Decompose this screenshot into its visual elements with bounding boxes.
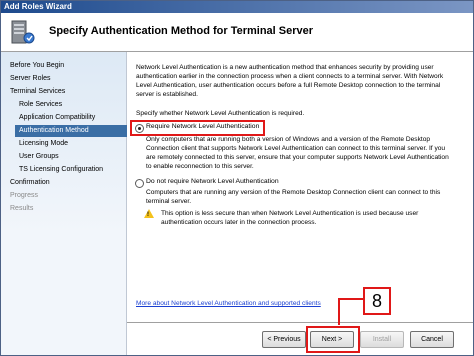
sidebar-item-role-services[interactable]: Role Services: [19, 99, 62, 111]
footer-divider: [127, 322, 473, 323]
sidebar-item-progress: Progress: [10, 192, 39, 199]
require-description-line: Connection client that supports Network …: [146, 145, 446, 152]
server-roles-icon: [11, 20, 35, 44]
sidebar-item-application-compatibility[interactable]: Application Compatibility: [19, 112, 95, 124]
do-not-require-nla-description: Computers that are running any version o…: [146, 188, 440, 206]
more-about-nla-link[interactable]: More about Network Level Authentication …: [136, 300, 321, 307]
wizard-header: Specify Authentication Method for Termin…: [1, 13, 473, 52]
page-title: Specify Authentication Method for Termin…: [49, 25, 314, 37]
sidebar-item-terminal-services[interactable]: Terminal Services: [10, 86, 65, 98]
sidebar-item-confirmation[interactable]: Confirmation: [10, 177, 50, 189]
cancel-button[interactable]: Cancel: [410, 331, 454, 348]
intro-line: server is established.: [136, 91, 198, 98]
install-button: Install: [360, 331, 404, 348]
do-not-require-nla-label[interactable]: Do not require Network Level Authenticat…: [146, 178, 279, 185]
intro-text: Network Level Authentication is a new au…: [136, 63, 443, 99]
sidebar-item-ts-licensing-configuration[interactable]: TS Licensing Configuration: [19, 164, 103, 176]
warning-line: authentication occurs later in the conne…: [161, 219, 317, 226]
require-nla-label[interactable]: Require Network Level Authentication: [146, 123, 259, 130]
require-nla-radio[interactable]: [135, 124, 144, 133]
intro-line: authentication earlier in the connection…: [136, 73, 444, 80]
require-description-line: are remotely connected to this server, e…: [146, 154, 449, 161]
add-roles-wizard-window: Add Roles Wizard Specify Authentication …: [0, 0, 474, 356]
sidebar-item-before-you-begin[interactable]: Before You Begin: [10, 60, 64, 72]
window-title: Add Roles Wizard: [1, 1, 473, 13]
sidebar-item-server-roles[interactable]: Server Roles: [10, 73, 50, 85]
sidebar-item-user-groups[interactable]: User Groups: [19, 151, 59, 163]
previous-button[interactable]: < Previous: [262, 331, 306, 348]
sidebar-item-authentication-method[interactable]: Authentication Method: [15, 125, 127, 137]
require-nla-description: Only computers that are running both a v…: [146, 135, 449, 171]
question-text: Specify whether Network Level Authentica…: [136, 110, 305, 117]
intro-line: Level Authentication, user authenticatio…: [136, 82, 441, 89]
sidebar-item-results: Results: [10, 205, 34, 212]
do-not-require-nla-radio[interactable]: [135, 179, 144, 188]
next-button[interactable]: Next >: [310, 331, 354, 348]
not-require-description-line: Computers that are running any version o…: [146, 189, 441, 196]
warning-text: This option is less secure than when Net…: [161, 209, 418, 227]
sidebar-item-licensing-mode[interactable]: Licensing Mode: [19, 138, 68, 150]
not-require-description-line: terminal server.: [146, 198, 192, 205]
callout-connector: [338, 298, 363, 325]
warning-line: This option is less secure than when Net…: [161, 210, 419, 217]
wizard-steps-sidebar: Before You Begin Server Roles Terminal S…: [1, 52, 127, 355]
warning-icon: [144, 209, 154, 218]
warning-exclamation-icon: !: [147, 212, 149, 218]
main-content: Network Level Authentication is a new au…: [127, 52, 473, 322]
intro-line: Network Level Authentication is a new au…: [136, 64, 434, 71]
require-description-line: to enable reconnection to this server.: [146, 163, 254, 170]
require-description-line: Only computers that are running both a v…: [146, 136, 431, 143]
